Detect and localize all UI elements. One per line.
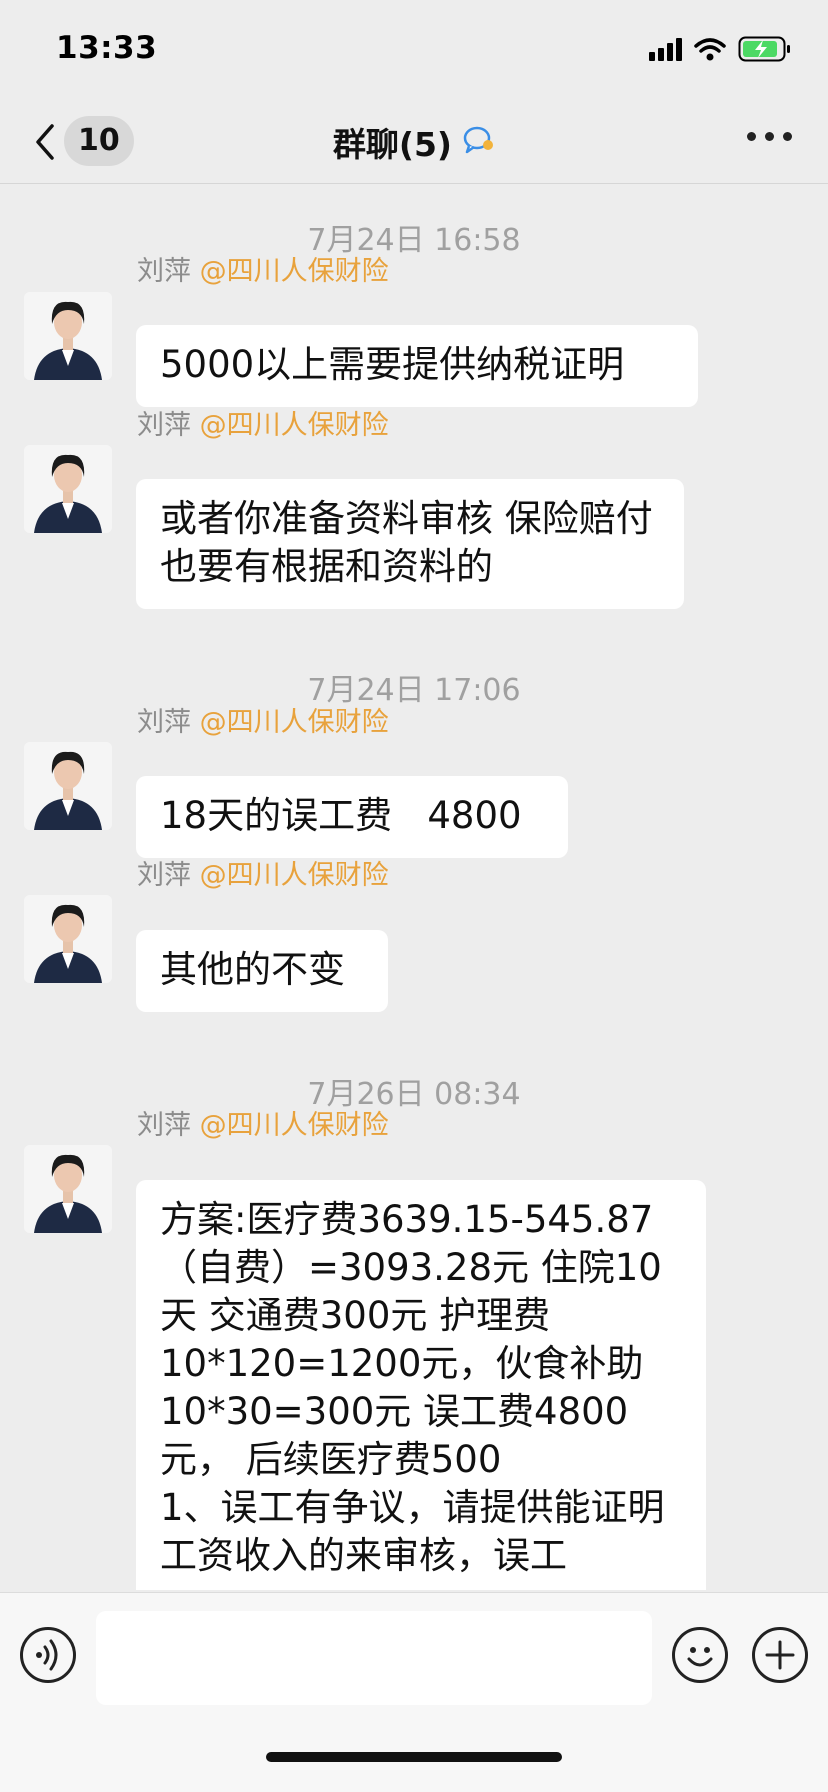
status-time: 13:33	[56, 30, 158, 66]
message-bubble[interactable]: 5000以上需要提供纳税证明	[136, 325, 698, 407]
message-timestamp: 7月24日 16:58	[307, 223, 521, 258]
message-text: 或者你准备资料审核 保险赔付也要有根据和资料的	[160, 497, 653, 588]
avatar[interactable]	[24, 1145, 112, 1233]
sender-name: 刘萍 @四川人保财险	[137, 403, 389, 442]
message-text: 18天的误工费 4800	[160, 794, 522, 837]
sender-name-text: 刘萍	[137, 410, 191, 441]
emoji-icon[interactable]	[672, 1627, 728, 1683]
avatar[interactable]	[24, 445, 112, 533]
sender-tag: @四川人保财险	[199, 410, 389, 441]
message-text: 5000以上需要提供纳税证明	[160, 343, 625, 386]
group-chat-icon	[463, 125, 495, 159]
sender-name-text: 刘萍	[137, 256, 191, 287]
nav-title-wrap: 群聊(5)	[0, 118, 828, 166]
nav-bar: 10 群聊(5)	[0, 100, 828, 184]
sender-name-text: 刘萍	[137, 860, 191, 891]
status-icons	[649, 36, 792, 62]
sender-name-text: 刘萍	[137, 707, 191, 738]
message-text: 方案:医疗费3639.15-545.87（自费）=3093.28元 住院10天 …	[160, 1198, 665, 1577]
message-bubble[interactable]: 其他的不变	[136, 930, 388, 1012]
sender-name: 刘萍 @四川人保财险	[137, 249, 389, 288]
message-list[interactable]: 7月24日 16:58 刘萍 @四川人保财险 5000以上需要提供纳税证明 刘萍…	[0, 185, 828, 1590]
input-bar	[0, 1592, 828, 1792]
plus-icon[interactable]	[752, 1627, 808, 1683]
sender-name-text: 刘萍	[137, 1110, 191, 1141]
message-input[interactable]	[96, 1611, 652, 1705]
avatar[interactable]	[24, 742, 112, 830]
sender-name: 刘萍 @四川人保财险	[137, 1103, 389, 1142]
battery-icon	[738, 36, 792, 62]
sender-tag: @四川人保财险	[199, 256, 389, 287]
sender-tag: @四川人保财险	[199, 707, 389, 738]
avatar[interactable]	[24, 292, 112, 380]
sender-name: 刘萍 @四川人保财险	[137, 853, 389, 892]
sender-tag: @四川人保财险	[199, 860, 389, 891]
wifi-icon	[694, 37, 726, 61]
home-indicator	[266, 1752, 562, 1762]
message-timestamp: 7月26日 08:34	[307, 1077, 521, 1112]
message-bubble[interactable]: 或者你准备资料审核 保险赔付也要有根据和资料的	[136, 479, 684, 609]
chat-title: 群聊(5)	[332, 125, 453, 164]
message-bubble[interactable]: 方案:医疗费3639.15-545.87（自费）=3093.28元 住院10天 …	[136, 1180, 706, 1590]
avatar[interactable]	[24, 895, 112, 983]
chat-screen: 13:33 10 群聊(5) 7月24日 16:58 刘萍 @四川人保财险 50…	[0, 0, 828, 1792]
sender-tag: @四川人保财险	[199, 1110, 389, 1141]
status-bar: 13:33	[0, 0, 828, 100]
message-bubble[interactable]: 18天的误工费 4800	[136, 776, 568, 858]
message-timestamp: 7月24日 17:06	[307, 673, 521, 708]
voice-icon[interactable]	[20, 1627, 76, 1683]
message-text: 其他的不变	[160, 948, 345, 991]
more-icon[interactable]	[747, 132, 792, 141]
sender-name: 刘萍 @四川人保财险	[137, 700, 389, 739]
signal-icon	[649, 37, 682, 61]
